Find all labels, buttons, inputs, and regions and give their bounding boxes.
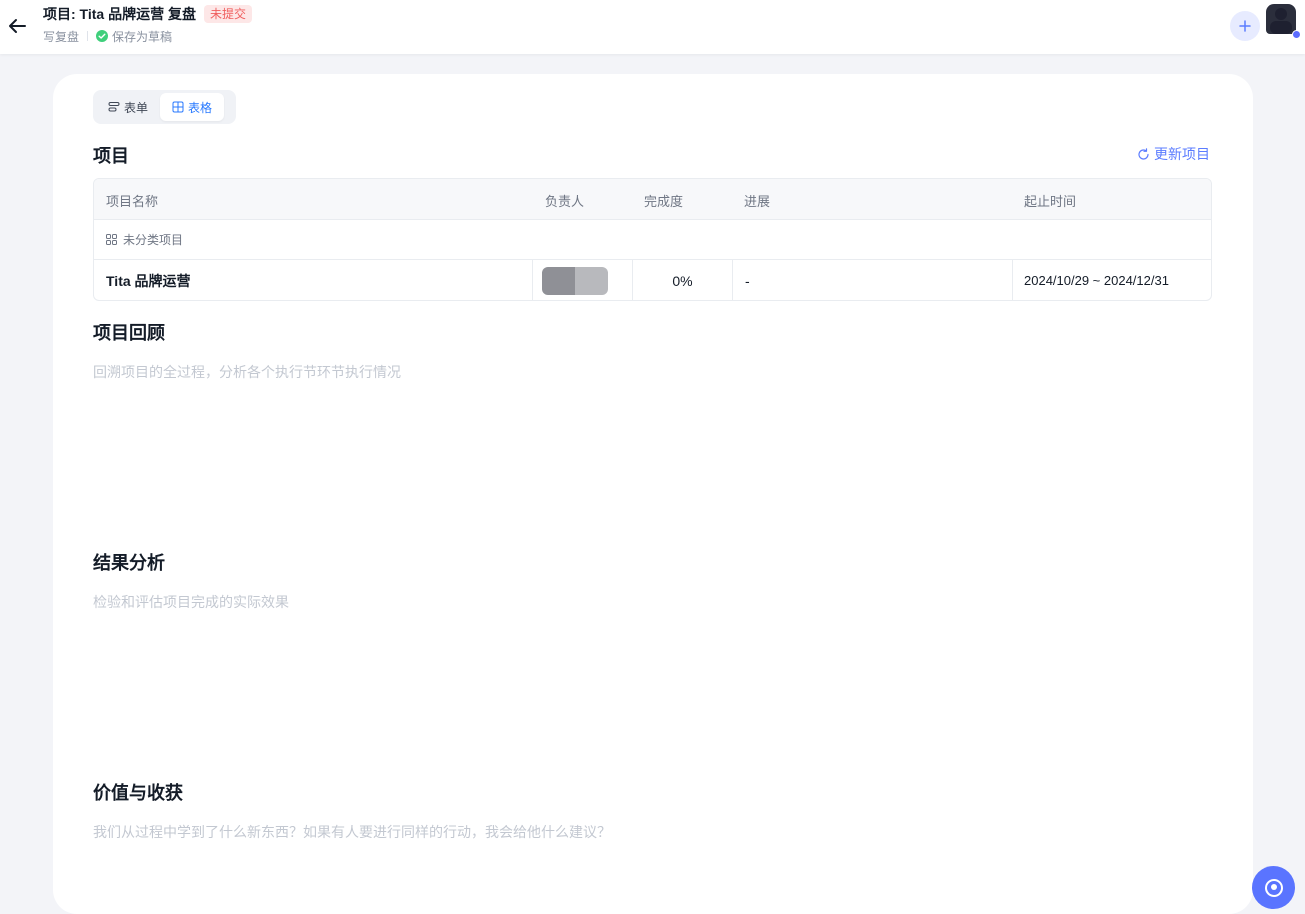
table-header: 项目名称 负责人 完成度 进展 起止时间 <box>94 179 1211 220</box>
section-title-review: 项目回顾 <box>93 323 165 343</box>
tab-table-label: 表格 <box>188 100 213 115</box>
progress-value: - <box>745 272 750 289</box>
group-row[interactable]: 未分类项目 <box>94 220 1211 260</box>
value-editor[interactable]: 我们从过程中学到了什么新东西？如果有人要进行同样的行动，我会给他什么建议？ <box>93 822 611 842</box>
support-agent-icon <box>1264 878 1283 897</box>
project-name: Tita 品牌运营 <box>106 272 191 289</box>
status-badge: 未提交 <box>203 5 252 23</box>
section-title-result: 结果分析 <box>93 553 165 573</box>
grid-icon <box>172 101 184 113</box>
avatar[interactable] <box>1266 4 1296 34</box>
top-bar: 项目: Tita 品牌运营 复盘 未提交 写复盘 保存为草稿 <box>0 0 1305 54</box>
group-label: 未分类项目 <box>123 233 184 247</box>
tab-form[interactable]: 表单 <box>96 93 160 121</box>
update-project-label: 更新项目 <box>1154 146 1210 162</box>
save-status: 保存为草稿 <box>112 29 173 44</box>
progress-cell: - <box>733 260 1013 300</box>
review-editor[interactable]: 回溯项目的全过程，分析各个执行节环节执行情况 <box>93 362 401 382</box>
owner-cell[interactable] <box>533 260 633 300</box>
breadcrumb: 写复盘 <box>43 29 80 44</box>
owner-avatar <box>542 266 608 295</box>
column-header: 进展 <box>744 194 771 209</box>
add-button[interactable] <box>1230 11 1260 41</box>
user-silhouette-icon <box>1270 8 1292 34</box>
table-row[interactable]: Tita 品牌运营 0% - 2024/10/29 ~ 2024/12/31 <box>94 260 1211 300</box>
tab-table[interactable]: 表格 <box>160 93 225 121</box>
result-editor[interactable]: 检验和评估项目完成的实际效果 <box>93 592 289 612</box>
project-name-cell[interactable]: Tita 品牌运营 <box>94 260 533 300</box>
title-row: 项目: Tita 品牌运营 复盘 未提交 <box>43 4 252 24</box>
avatar-status-dot <box>1292 30 1301 39</box>
project-table: 项目名称 负责人 完成度 进展 起止时间 未分类项目 Tita 品牌运营 0% … <box>93 178 1212 301</box>
back-arrow-icon[interactable] <box>7 16 27 36</box>
column-header: 完成度 <box>644 194 684 209</box>
section-title-value: 价值与收获 <box>93 783 183 803</box>
form-icon <box>108 102 120 112</box>
help-button[interactable] <box>1252 866 1295 909</box>
completion-cell: 0% <box>633 260 733 300</box>
date-range-cell: 2024/10/29 ~ 2024/12/31 <box>1013 260 1211 300</box>
check-circle-icon <box>96 30 109 42</box>
section-title-project: 项目 <box>93 146 129 166</box>
sub-row: 写复盘 保存为草稿 <box>43 28 172 44</box>
completion-value: 0% <box>672 272 693 289</box>
date-range: 2024/10/29 ~ 2024/12/31 <box>1024 273 1169 288</box>
column-header: 起止时间 <box>1024 194 1077 209</box>
tab-form-label: 表单 <box>124 100 149 115</box>
plus-icon <box>1239 20 1251 32</box>
divider <box>87 31 89 41</box>
column-header: 负责人 <box>545 194 585 209</box>
refresh-icon <box>1138 147 1149 160</box>
column-header: 项目名称 <box>106 194 159 209</box>
main-card: 表单 表格 项目 更新项目 项目名称 负责人 完成度 进展 起止时间 未分类项目… <box>53 74 1253 914</box>
view-switch: 表单 表格 <box>93 90 236 124</box>
category-icon <box>106 234 117 245</box>
page-title: 项目: Tita 品牌运营 复盘 <box>43 6 196 22</box>
update-project-link[interactable]: 更新项目 <box>1137 144 1210 164</box>
